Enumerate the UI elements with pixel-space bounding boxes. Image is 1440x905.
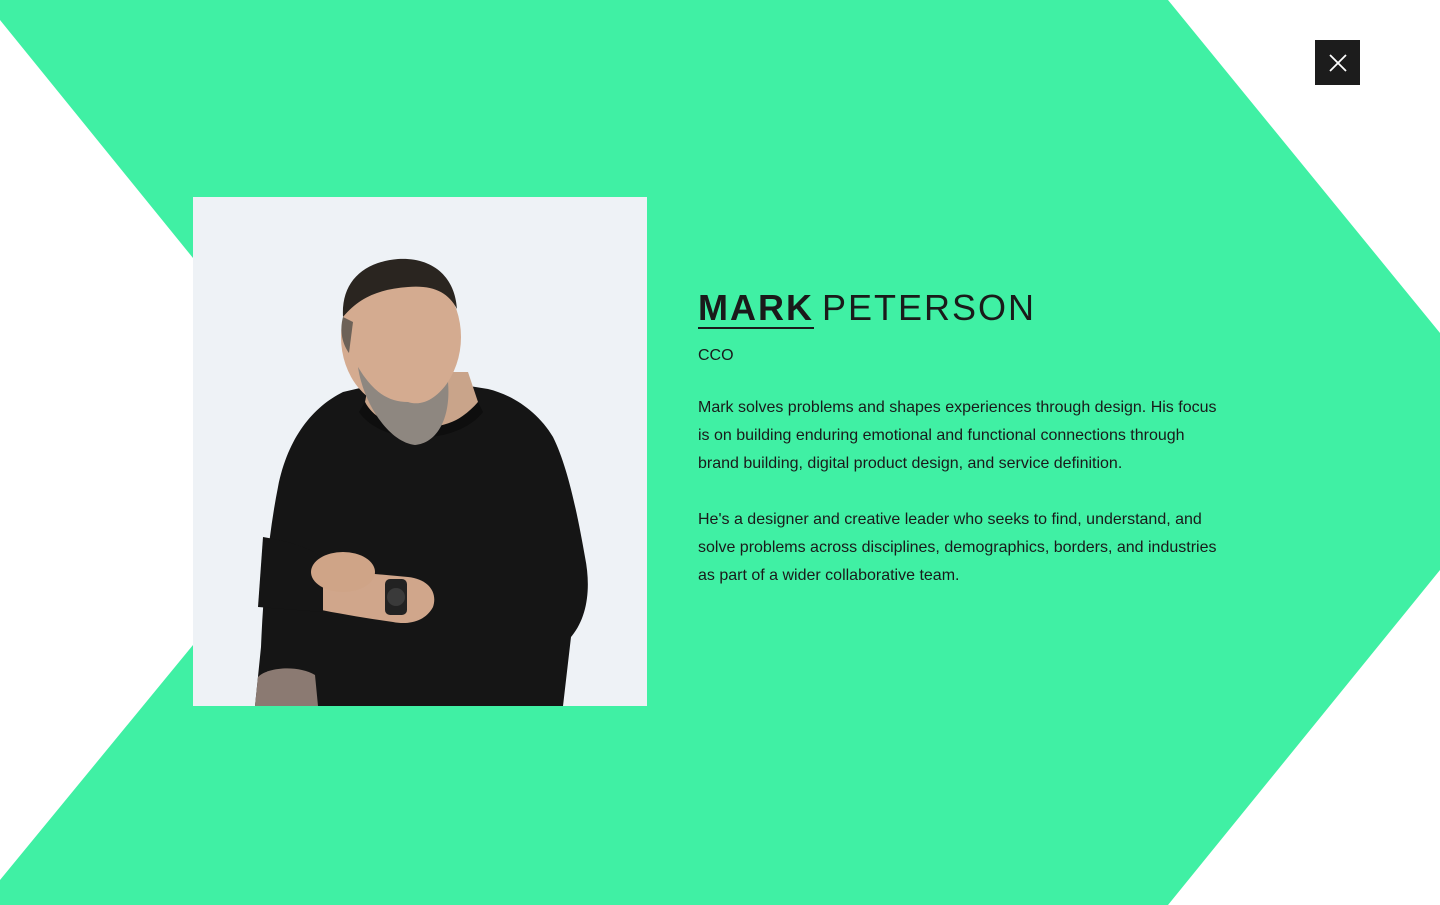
close-button[interactable] bbox=[1315, 40, 1360, 85]
team-member-modal: MARK PETERSON CCO Mark solves problems an… bbox=[0, 0, 1440, 905]
profile-role: CCO bbox=[698, 347, 734, 364]
last-name: PETERSON bbox=[821, 287, 1037, 328]
first-name: MARK bbox=[698, 287, 814, 329]
profile-info: MARK PETERSON CCO Mark solves problems an… bbox=[698, 286, 1218, 590]
bio-paragraph: Mark solves problems and shapes experien… bbox=[698, 399, 1217, 472]
bio-paragraph: He's a designer and creative leader who … bbox=[698, 511, 1217, 584]
profile-photo bbox=[193, 197, 647, 706]
profile-bio: Mark solves problems and shapes experien… bbox=[698, 394, 1218, 590]
close-icon bbox=[1328, 53, 1347, 72]
profile-name: MARK PETERSON bbox=[698, 286, 1218, 330]
